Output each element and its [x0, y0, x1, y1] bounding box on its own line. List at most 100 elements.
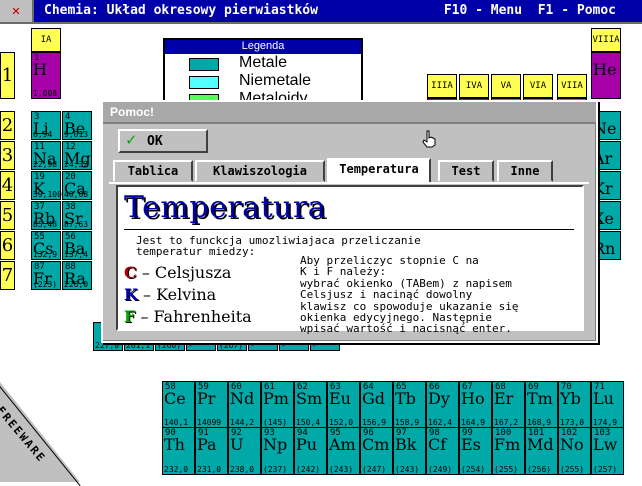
element-cell[interactable]: 66 Dy 162,4	[426, 381, 459, 428]
atomic-mass: (223)	[33, 280, 58, 289]
atomic-mass: 87,63	[64, 220, 89, 229]
scale-name: – Celsjusza	[141, 263, 232, 282]
tab-tablica[interactable]: Tablica	[113, 160, 193, 182]
element-cell[interactable]: 95 Am (243)	[327, 427, 360, 475]
element-symbol: Am	[329, 435, 356, 454]
element-cell[interactable]: 87 Fr (223)	[31, 261, 61, 290]
element-cell[interactable]: 1 H 1,008	[31, 52, 61, 99]
legend-swatch	[189, 76, 219, 89]
atomic-mass: (257)	[593, 465, 618, 474]
legend: Legenda Metale Niemetale Metaloidy	[163, 38, 363, 103]
group-label: VIIIA	[591, 28, 621, 52]
element-cell[interactable]: 96 Cm (247)	[360, 427, 393, 475]
tab-test[interactable]: Test	[438, 160, 494, 182]
element-cell[interactable]: 67 Ho 164,9	[459, 381, 492, 428]
element-cell[interactable]: 58 Ce 140,1	[162, 381, 195, 428]
element-cell[interactable]: 64 Gd 156,9	[360, 381, 393, 428]
element-cell[interactable]: 61 Pm (145)	[261, 381, 294, 428]
period-label: 4	[0, 171, 15, 200]
element-cell[interactable]: 98 Cf (249)	[426, 427, 459, 475]
element-symbol: Lw	[593, 435, 618, 454]
element-cell[interactable]: 56 Ba 137,4	[62, 231, 92, 260]
atomic-mass: 164,9	[461, 418, 486, 427]
ok-button[interactable]: ✓ OK	[118, 129, 208, 153]
window-title: Chemia: Układ okresowy pierwiastków	[44, 3, 318, 18]
atomic-mass: (242)	[296, 465, 321, 474]
atomic-mass: 168,9	[527, 418, 552, 427]
element-symbol: Pr	[197, 389, 216, 408]
element-symbol: Ce	[164, 389, 186, 408]
element-cell[interactable]: 101 Md (256)	[525, 427, 558, 475]
group-label: IVA	[459, 74, 489, 98]
element-symbol: Nd	[230, 389, 255, 408]
element-cell[interactable]: 65 Tb 158,9	[393, 381, 426, 428]
group-label: IIIA	[427, 74, 457, 98]
atomic-mass: 231,0	[197, 465, 222, 474]
element-cell[interactable]: 4 Be 9,013	[62, 111, 92, 140]
atomic-mass: 156,9	[362, 418, 387, 427]
atomic-mass: 226,0	[64, 280, 89, 289]
element-symbol: Md	[527, 435, 554, 454]
scale-letter: K	[124, 285, 138, 304]
element-cell[interactable]: 91 Pa 231,0	[195, 427, 228, 475]
element-cell[interactable]: 97 Bk (243)	[393, 427, 426, 475]
element-cell[interactable]: 69 Tm 168,9	[525, 381, 558, 428]
tab-temperatura[interactable]: Temperatura	[327, 158, 431, 184]
scale-letter: C	[124, 263, 137, 282]
element-cell[interactable]: 99 Es (254)	[459, 427, 492, 475]
period-label: 2	[0, 111, 15, 140]
element-cell[interactable]: 63 Eu 152,0	[327, 381, 360, 428]
element-symbol: Dy	[428, 389, 450, 408]
element-cell[interactable]: 38 Sr 87,63	[62, 201, 92, 230]
element-symbol: Es	[461, 435, 481, 454]
element-cell[interactable]: 60 Nd 144,2	[228, 381, 261, 428]
element-cell[interactable]: 12 Mg 24,32	[62, 141, 92, 170]
element-cell[interactable]: He	[591, 52, 621, 99]
element-cell[interactable]: 92 U 238,0	[228, 427, 261, 475]
element-cell[interactable]: 55 Cs 132,9	[31, 231, 61, 260]
tab-inne[interactable]: Inne	[497, 160, 553, 182]
element-symbol: Tb	[395, 389, 416, 408]
element-cell[interactable]: 93 Np (237)	[261, 427, 294, 475]
atomic-mass: 9,013	[64, 130, 89, 139]
dialog-title-bar: Pomoc!	[103, 102, 596, 124]
atomic-mass: 162,4	[428, 418, 453, 427]
element-cell[interactable]: 59 Pr 14099	[195, 381, 228, 428]
element-cell[interactable]: 70 Yb 173,0	[558, 381, 591, 428]
atomic-mass: (243)	[395, 465, 420, 474]
scale-celsius: C – Celsjusza	[124, 263, 231, 283]
ok-button-label: OK	[147, 134, 163, 149]
element-cell[interactable]: 19 K 39,100	[31, 171, 62, 200]
tab-klawiszologia[interactable]: Klawiszologia	[195, 160, 325, 182]
period-label: 6	[0, 231, 15, 260]
legend-title: Legenda	[165, 40, 361, 54]
element-symbol: Bk	[395, 435, 417, 454]
element-cell[interactable]: 102 No (255)	[558, 427, 591, 475]
element-symbol: U	[230, 435, 244, 454]
element-cell[interactable]: 94 Pu (242)	[294, 427, 327, 475]
atomic-mass: (145)	[263, 418, 288, 427]
element-cell[interactable]: 20 Ca 40,08	[62, 171, 92, 200]
atomic-mass: (249)	[428, 465, 453, 474]
element-cell[interactable]: 100 Fm (255)	[492, 427, 525, 475]
element-cell[interactable]: 11 Na 22,98	[31, 141, 61, 170]
element-cell[interactable]: 3 Li 6,94	[31, 111, 61, 140]
element-cell[interactable]: 71 Lu 174,9	[591, 381, 624, 428]
element-cell[interactable]: 90 Th 232,0	[162, 427, 195, 475]
atomic-mass: 158,9	[395, 418, 420, 427]
element-cell[interactable]: 68 Er 167,2	[492, 381, 525, 428]
element-cell[interactable]: 37 Rb 85,48	[31, 201, 61, 230]
atomic-mass: 24,32	[64, 160, 89, 169]
checkmark-icon: ✓	[126, 130, 137, 150]
element-cell[interactable]: 88 Ra 226,0	[62, 261, 92, 290]
title-bar: ✕ Chemia: Układ okresowy pierwiastków F1…	[0, 0, 642, 24]
atomic-mass: (256)	[527, 465, 552, 474]
tab-underline	[109, 182, 589, 184]
element-cell[interactable]: 103 Lw (257)	[591, 427, 624, 475]
system-menu-icon[interactable]: ✕	[0, 0, 34, 22]
atomic-mass: 39,100	[33, 190, 62, 199]
atomic-mass: 6,94	[33, 130, 53, 139]
element-symbol: He	[593, 60, 617, 79]
element-cell[interactable]: 62 Sm 150,4	[294, 381, 327, 428]
period-label: 3	[0, 141, 15, 170]
